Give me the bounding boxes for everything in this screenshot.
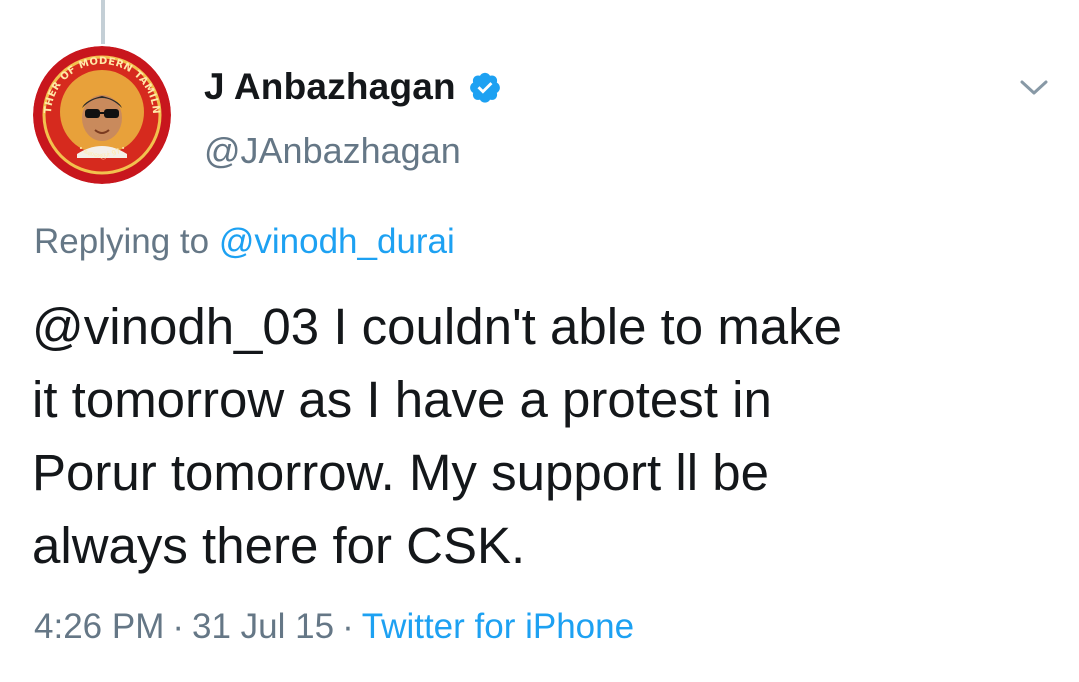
tweet-date[interactable]: 31 Jul 15 <box>192 607 334 646</box>
author-handle[interactable]: @JAnbazhagan <box>204 130 461 172</box>
tweet-text-line: always there for CSK. <box>32 517 526 574</box>
replying-to-line: Replying to @vinodh_durai <box>34 222 455 262</box>
verified-badge-icon <box>468 70 502 104</box>
tweet-source-link[interactable]: Twitter for iPhone <box>362 607 634 646</box>
chevron-down-icon[interactable] <box>1016 72 1052 102</box>
tweet-text-line: @vinodh_03 I couldn't able to make <box>32 298 843 355</box>
thread-connector-line <box>101 0 105 44</box>
avatar[interactable]: # FATHER OF MODERN TAMILNADU • கலைஞர் 97… <box>33 46 171 184</box>
meta-separator: · <box>342 607 354 646</box>
replying-to-mention-link[interactable]: @vinodh_durai <box>219 222 455 261</box>
tweet-text: @vinodh_03 I couldn't able to make it to… <box>32 290 1062 582</box>
tweet-text-line: Porur tomorrow. My support ll be <box>32 444 769 501</box>
avatar-image: # FATHER OF MODERN TAMILNADU • கலைஞர் 97… <box>33 46 171 184</box>
author-name-row: J Anbazhagan <box>204 62 502 112</box>
tweet-time[interactable]: 4:26 PM <box>34 607 164 646</box>
replying-to-label: Replying to <box>34 222 210 261</box>
tweet-meta: 4:26 PM · 31 Jul 15 · Twitter for iPhone <box>34 607 634 647</box>
meta-separator: · <box>172 607 185 646</box>
author-display-name[interactable]: J Anbazhagan <box>204 66 456 108</box>
tweet-text-line: it tomorrow as I have a protest in <box>32 371 772 428</box>
